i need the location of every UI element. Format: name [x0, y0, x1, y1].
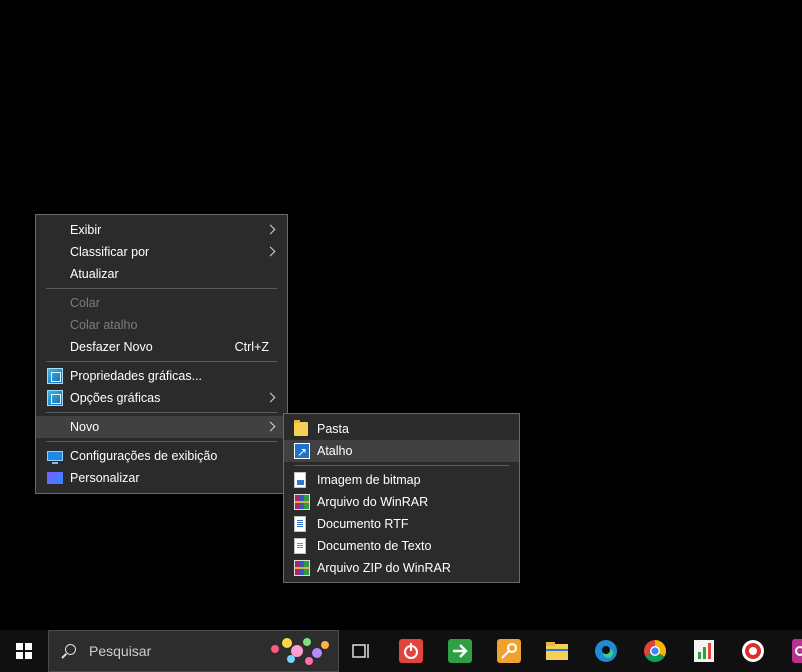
menu-item-label: Atualizar	[70, 267, 119, 281]
new-submenu: Pasta Atalho Imagem de bitmap Arquivo do…	[283, 413, 520, 583]
menu-separator	[46, 288, 277, 289]
submenu-item-documento-texto[interactable]: Documento de Texto	[284, 535, 519, 557]
menu-item-label: Novo	[70, 420, 100, 434]
submenu-item-pasta[interactable]: Pasta	[284, 418, 519, 440]
menu-item-label: Colar	[70, 296, 100, 310]
menu-item-propriedades-graficas[interactable]: Propriedades gráficas...	[36, 365, 287, 387]
text-document-icon	[294, 538, 306, 554]
red-power-app-icon[interactable]	[398, 638, 424, 664]
menu-item-label: Imagem de bitmap	[317, 473, 421, 487]
menu-item-desfazer-novo[interactable]: Desfazer Novo Ctrl+Z	[36, 336, 287, 358]
winrar-zip-icon	[294, 560, 310, 576]
menu-item-colar: Colar	[36, 292, 287, 314]
menu-item-label: Arquivo do WinRAR	[317, 495, 429, 509]
menu-item-shortcut: Ctrl+Z	[234, 340, 269, 354]
taskbar: Pesquisar	[0, 630, 802, 672]
chart-app-icon[interactable]	[691, 638, 717, 664]
menu-item-label: Propriedades gráficas...	[70, 369, 203, 383]
menu-item-label: Configurações de exibição	[70, 449, 218, 463]
winrar-archive-icon	[294, 494, 310, 510]
menu-item-label: Documento RTF	[317, 517, 409, 531]
menu-separator	[46, 361, 277, 362]
menu-item-label: Documento de Texto	[317, 539, 432, 553]
menu-item-label: Pasta	[317, 422, 349, 436]
chevron-right-icon	[265, 224, 276, 235]
menu-item-label: Desfazer Novo	[70, 340, 153, 354]
submenu-item-documento-rtf[interactable]: Documento RTF	[284, 513, 519, 535]
edge-browser-icon[interactable]	[593, 638, 619, 664]
chevron-right-icon	[265, 246, 276, 257]
menu-separator	[294, 465, 509, 466]
green-arrow-app-icon[interactable]	[447, 638, 473, 664]
menu-item-label: Classificar por	[70, 245, 150, 259]
menu-item-label: Arquivo ZIP do WinRAR	[317, 561, 451, 575]
windows-logo-icon	[16, 643, 32, 659]
menu-item-label: Exibir	[70, 223, 102, 237]
menu-item-classificar-por[interactable]: Classificar por	[36, 241, 287, 263]
menu-item-label: Colar atalho	[70, 318, 138, 332]
flowers-decoration-icon	[271, 638, 329, 665]
menu-item-colar-atalho: Colar atalho	[36, 314, 287, 336]
menu-item-label: Opções gráficas	[70, 391, 161, 405]
key-app-icon[interactable]	[496, 638, 522, 664]
chevron-right-icon	[265, 421, 276, 432]
search-icon	[65, 644, 76, 655]
menu-item-label: Atalho	[317, 444, 353, 458]
bitmap-image-icon	[294, 472, 306, 488]
menu-item-opcoes-graficas[interactable]: Opções gráficas	[36, 387, 287, 409]
personalize-icon	[47, 472, 63, 484]
task-view-icon[interactable]	[348, 638, 374, 664]
menu-separator	[46, 412, 277, 413]
menu-item-configuracoes-exibicao[interactable]: Configurações de exibição	[36, 445, 287, 467]
shortcut-icon	[294, 441, 310, 463]
graphics-properties-icon	[47, 368, 63, 384]
red-record-app-icon[interactable]	[740, 638, 766, 664]
purple-app-icon[interactable]	[786, 638, 802, 664]
rtf-document-icon	[294, 516, 306, 532]
folder-icon	[294, 420, 308, 436]
submenu-item-arquivo-zip-winrar[interactable]: Arquivo ZIP do WinRAR	[284, 557, 519, 579]
submenu-item-arquivo-winrar[interactable]: Arquivo do WinRAR	[284, 491, 519, 513]
chrome-browser-icon[interactable]	[642, 638, 668, 664]
menu-separator	[46, 441, 277, 442]
graphics-options-icon	[47, 390, 63, 406]
menu-item-atualizar[interactable]: Atualizar	[36, 263, 287, 285]
file-explorer-icon[interactable]	[544, 638, 570, 664]
menu-item-personalizar[interactable]: Personalizar	[36, 467, 287, 489]
start-button[interactable]	[0, 630, 48, 672]
menu-item-exibir[interactable]: Exibir	[36, 219, 287, 241]
chevron-right-icon	[265, 392, 276, 403]
display-settings-icon	[47, 451, 63, 464]
submenu-item-imagem-bitmap[interactable]: Imagem de bitmap	[284, 469, 519, 491]
search-box[interactable]: Pesquisar	[48, 630, 339, 672]
menu-item-label: Personalizar	[70, 471, 140, 485]
search-placeholder: Pesquisar	[89, 643, 152, 659]
desktop-context-menu: Exibir Classificar por Atualizar Colar C…	[35, 214, 288, 494]
menu-item-novo[interactable]: Novo	[36, 416, 287, 438]
submenu-item-atalho[interactable]: Atalho	[284, 440, 519, 463]
